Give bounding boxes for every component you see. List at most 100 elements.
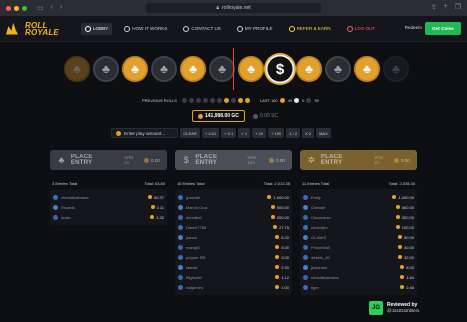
nav-lobby[interactable]: LOBBY [80, 22, 113, 35]
player-name: Ricardo [61, 204, 75, 210]
dollar-icon: $ [183, 155, 189, 165]
entry-row: GLAMIS 50.00 [303, 232, 414, 242]
previous-rolls-label: PREVIOUS ROLLS [142, 97, 177, 103]
play-amount-placeholder: Enter play amount... [124, 130, 166, 136]
gc-balance[interactable]: 141,998.00 GC [192, 110, 245, 122]
play-amount-input[interactable]: Enter play amount... [111, 128, 178, 138]
player-bet: 8.00 [400, 265, 414, 270]
roll-wheel: ♣ ♣ ♣ ♣ ♣ ♣ ♣ $ ♣ ♣ ♣ ♣ [62, 48, 409, 90]
crown-logo-icon[interactable] [6, 22, 18, 35]
question-icon [124, 25, 131, 32]
nav-contact-us[interactable]: CONTACT US [179, 23, 224, 35]
nav-refer-earn[interactable]: REFER & EARN [285, 23, 335, 35]
gold-coin-icon [150, 215, 155, 219]
entry-column-club: ♣ PLACE ENTRY WIN 2x 0.00 3 Entries Tota… [50, 150, 167, 322]
grey-roll-icon [188, 97, 194, 103]
gold-chip: ♣ [122, 56, 148, 82]
avatar [53, 194, 58, 200]
player-bet: 1.12 [275, 275, 289, 280]
window-controls[interactable] [6, 5, 27, 11]
win-multiplier: WIN 2x [374, 155, 384, 165]
gold-chip: ♣ [180, 56, 206, 82]
redeem-link[interactable]: Redeem [405, 25, 422, 30]
clear-button[interactable]: CLEAR [180, 128, 200, 138]
gold-chip: ♣ [296, 56, 322, 82]
club-icon: ♣ [189, 62, 197, 76]
forward-icon[interactable]: › [60, 4, 62, 12]
player-bet: 500.00 [270, 205, 289, 210]
gold-coin-icon [395, 215, 400, 219]
place-entry-gold-button[interactable]: ✲ PLACE ENTRY WIN 2x 0.00 [300, 150, 417, 170]
tabs-overview-icon[interactable]: ❐ [455, 3, 461, 11]
player-name: chrisalikaimana [311, 274, 339, 280]
winning-chip: $ [264, 53, 296, 85]
place-entry-label: PLACE ENTRY [195, 154, 218, 166]
player-name: Bigfoutel [186, 274, 202, 280]
nav-log-out[interactable]: LOG OUT [343, 23, 380, 35]
get-coins-button[interactable]: Get Coins [425, 22, 461, 35]
gold-coin-icon [150, 205, 155, 209]
sc-balance[interactable]: 0.00 SC [252, 113, 278, 119]
gold-coin-icon [275, 285, 280, 289]
entries-list: gowrath 1,000.00 Marcio Cruz 500.00 drexdbet… [175, 189, 292, 295]
club-icon: ♣ [73, 62, 81, 76]
sidebar-toggle-icon[interactable]: ▭ [37, 4, 44, 12]
maximize-window-icon[interactable] [22, 5, 27, 11]
roll-marker [233, 48, 234, 90]
grey-chip: ♣ [93, 56, 119, 82]
grey-roll-icon [181, 97, 187, 103]
back-icon[interactable]: ‹ [51, 4, 53, 12]
player-bet: 6.20 [275, 235, 289, 240]
player-name: gowrath [186, 194, 201, 200]
add-1-button[interactable]: + 1 [238, 128, 251, 138]
previous-roll-dots [181, 97, 250, 103]
player-bet: 1,000.00 [392, 195, 414, 200]
nav-how-it-works[interactable]: HOW IT WORKS [120, 23, 171, 35]
grey-chip: ♣ [383, 56, 409, 82]
gold-chip: ♣ [238, 56, 264, 82]
player-bet: 2.50 [275, 265, 289, 270]
gold-coin-icon [275, 255, 280, 259]
add-001-button[interactable]: + 0.01 [202, 128, 220, 138]
gold-coin-icon [275, 235, 280, 239]
player-bet: 100.00 [395, 225, 414, 230]
add-10-button[interactable]: + 10 [252, 128, 267, 138]
player-bet: 5.00 [275, 245, 289, 250]
player-bet: 1.84 [400, 275, 414, 280]
player-name: chrisalikaimana [61, 194, 89, 200]
place-entry-club-button[interactable]: ♣ PLACE ENTRY WIN 2x 0.00 [50, 150, 167, 170]
entries-total: Total: 63.80 [144, 181, 165, 186]
place-entry-dollar-button[interactable]: $ PLACE ENTRY WIN 14x 0.00 [175, 150, 292, 170]
share-icon[interactable]: ⇪ [431, 3, 437, 11]
add-01-button[interactable]: + 0.1 [221, 128, 237, 138]
club-icon: ♣ [334, 62, 342, 76]
double-button[interactable]: X 2 [302, 128, 315, 138]
player-name: Emily [311, 194, 321, 200]
place-entry-label: PLACE ENTRY [70, 154, 93, 166]
minimize-window-icon[interactable] [14, 5, 19, 11]
gold-coin-icon [397, 245, 402, 249]
nav-my-profile[interactable]: MY PROFILE [233, 23, 277, 35]
avatar [303, 244, 308, 250]
avatar [53, 204, 58, 210]
gold-coin-icon [397, 235, 402, 239]
entry-row: Ricardo 2.11 [53, 202, 164, 212]
avatar [303, 194, 308, 200]
max-button[interactable]: MAX [316, 128, 331, 138]
gold-coin-icon [116, 130, 121, 136]
gold-coin-icon [270, 205, 275, 209]
new-tab-icon[interactable]: + [444, 3, 448, 11]
avatar [178, 234, 183, 240]
half-button[interactable]: 1 / 2 [286, 128, 301, 138]
player-name: cricketjim [311, 224, 328, 230]
close-window-icon[interactable] [6, 5, 11, 11]
player-name: pepper RR [186, 254, 206, 260]
gold-coin-icon [269, 157, 275, 163]
add-100-button[interactable]: + 100 [268, 128, 285, 138]
address-bar[interactable]: 🔒︎ rollroyale.net [146, 3, 321, 13]
site-logo[interactable]: ROLL ROYALE [25, 21, 59, 36]
gold-coin-icon [392, 195, 397, 199]
gold-coin-icon [144, 157, 150, 163]
club-icon: ♣ [58, 155, 65, 165]
review-badge[interactable]: JG Reviewed by @JustGamblers [369, 298, 461, 318]
